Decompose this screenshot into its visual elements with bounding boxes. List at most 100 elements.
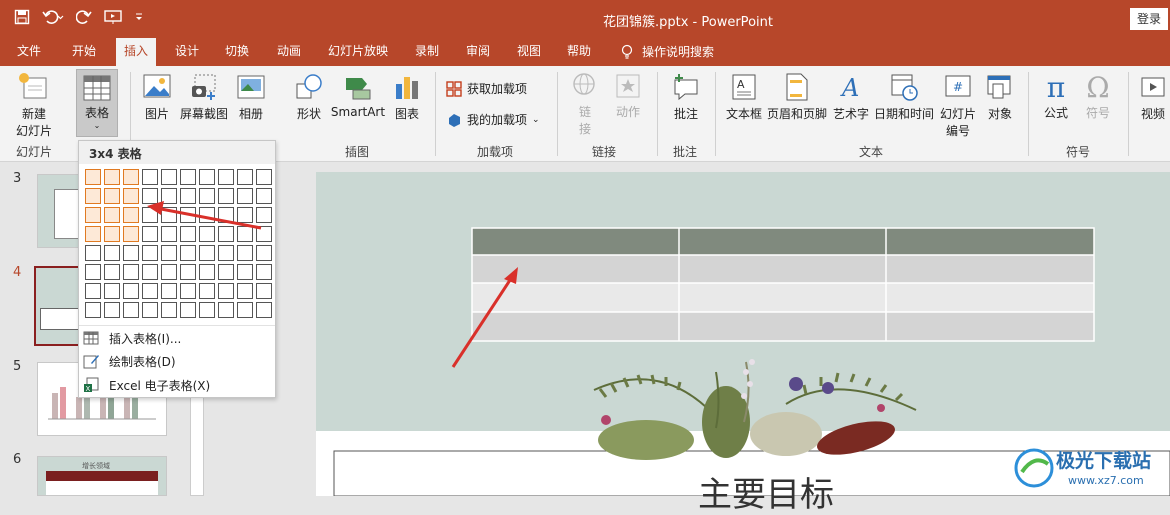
save-icon[interactable] bbox=[14, 9, 30, 29]
table-grid-cell[interactable] bbox=[142, 207, 158, 223]
table-grid-cell[interactable] bbox=[104, 302, 120, 318]
smartart-button[interactable]: SmartArt bbox=[330, 72, 386, 119]
table-grid-cell[interactable] bbox=[237, 302, 253, 318]
table-grid-cell[interactable] bbox=[218, 169, 234, 185]
table-grid-cell[interactable] bbox=[237, 169, 253, 185]
table-grid-cell[interactable] bbox=[123, 302, 139, 318]
datetime-button[interactable]: 日期和时间 bbox=[873, 72, 935, 122]
symbol-button[interactable]: Ω 符号 bbox=[1080, 72, 1116, 121]
table-grid-cell[interactable] bbox=[104, 264, 120, 280]
table-grid-cell[interactable] bbox=[85, 169, 101, 185]
table-grid-cell[interactable] bbox=[123, 207, 139, 223]
undo-icon[interactable] bbox=[42, 9, 64, 29]
table-grid-cell[interactable] bbox=[180, 188, 196, 204]
table-grid-cell[interactable] bbox=[237, 188, 253, 204]
table-grid-cell[interactable] bbox=[237, 207, 253, 223]
table-grid-cell[interactable] bbox=[161, 188, 177, 204]
table-grid-cell[interactable] bbox=[199, 302, 215, 318]
table-grid-cell[interactable] bbox=[142, 169, 158, 185]
table-grid-cell[interactable] bbox=[85, 207, 101, 223]
comment-button[interactable]: 批注 bbox=[668, 72, 704, 122]
excel-spreadsheet-item[interactable]: X Excel 电子表格(X) bbox=[83, 374, 210, 396]
textbox-button[interactable]: A 文本框 bbox=[724, 72, 764, 122]
table-grid-cell[interactable] bbox=[142, 245, 158, 261]
table-grid-cell[interactable] bbox=[142, 226, 158, 242]
table-grid-cell[interactable] bbox=[218, 207, 234, 223]
table-grid-cell[interactable] bbox=[218, 283, 234, 299]
link-button[interactable]: 链 接 bbox=[568, 72, 602, 137]
table-grid-cell[interactable] bbox=[199, 207, 215, 223]
table-grid-cell[interactable] bbox=[123, 188, 139, 204]
table-grid[interactable] bbox=[82, 167, 274, 321]
table-grid-cell[interactable] bbox=[180, 169, 196, 185]
video-button[interactable]: 视频 bbox=[1138, 72, 1168, 122]
table-grid-cell[interactable] bbox=[237, 226, 253, 242]
table-grid-cell[interactable] bbox=[161, 302, 177, 318]
my-addins-button[interactable]: 我的加载项 ⌄ bbox=[446, 111, 540, 128]
tab-design[interactable]: 设计 bbox=[175, 38, 199, 66]
tab-slideshow[interactable]: 幻灯片放映 bbox=[328, 38, 388, 66]
table-grid-cell[interactable] bbox=[218, 226, 234, 242]
table-grid-cell[interactable] bbox=[199, 264, 215, 280]
new-slide-button[interactable]: 新建 幻灯片 bbox=[8, 72, 60, 139]
equation-button[interactable]: π 公式 bbox=[1038, 72, 1074, 121]
wordart-button[interactable]: A 艺术字 bbox=[832, 72, 870, 122]
table-button[interactable]: 表格 ⌄ bbox=[76, 69, 118, 137]
table-grid-cell[interactable] bbox=[256, 245, 272, 261]
table-grid-cell[interactable] bbox=[180, 264, 196, 280]
table-grid-cell[interactable] bbox=[85, 226, 101, 242]
table-grid-cell[interactable] bbox=[85, 245, 101, 261]
table-grid-cell[interactable] bbox=[256, 264, 272, 280]
table-grid-cell[interactable] bbox=[237, 264, 253, 280]
table-grid-cell[interactable] bbox=[85, 302, 101, 318]
slide-table[interactable] bbox=[471, 227, 1095, 342]
table-grid-cell[interactable] bbox=[142, 283, 158, 299]
tab-file[interactable]: 文件 bbox=[17, 38, 41, 66]
table-grid-cell[interactable] bbox=[104, 283, 120, 299]
table-grid-cell[interactable] bbox=[161, 207, 177, 223]
tab-animations[interactable]: 动画 bbox=[277, 38, 301, 66]
table-grid-cell[interactable] bbox=[104, 188, 120, 204]
table-grid-cell[interactable] bbox=[180, 283, 196, 299]
table-grid-cell[interactable] bbox=[123, 283, 139, 299]
action-button[interactable]: 动作 bbox=[610, 72, 646, 120]
table-grid-cell[interactable] bbox=[123, 226, 139, 242]
table-grid-cell[interactable] bbox=[161, 264, 177, 280]
tab-record[interactable]: 录制 bbox=[415, 38, 439, 66]
table-grid-cell[interactable] bbox=[256, 188, 272, 204]
table-grid-cell[interactable] bbox=[237, 245, 253, 261]
customize-qat-icon[interactable] bbox=[134, 9, 144, 29]
draw-table-item[interactable]: 绘制表格(D) bbox=[83, 350, 176, 372]
table-grid-cell[interactable] bbox=[123, 264, 139, 280]
table-grid-cell[interactable] bbox=[123, 245, 139, 261]
tell-me-search[interactable]: 操作说明搜索 bbox=[621, 38, 714, 66]
table-grid-cell[interactable] bbox=[199, 283, 215, 299]
table-grid-cell[interactable] bbox=[256, 302, 272, 318]
table-grid-cell[interactable] bbox=[85, 264, 101, 280]
tab-home[interactable]: 开始 bbox=[72, 38, 96, 66]
picture-button[interactable]: 图片 bbox=[138, 72, 176, 122]
redo-icon[interactable] bbox=[75, 9, 92, 29]
table-grid-cell[interactable] bbox=[142, 264, 158, 280]
table-grid-cell[interactable] bbox=[180, 245, 196, 261]
table-grid-cell[interactable] bbox=[218, 188, 234, 204]
tab-insert[interactable]: 插入 bbox=[116, 38, 157, 66]
table-grid-cell[interactable] bbox=[123, 169, 139, 185]
table-grid-cell[interactable] bbox=[85, 283, 101, 299]
table-grid-cell[interactable] bbox=[104, 207, 120, 223]
table-grid-cell[interactable] bbox=[218, 264, 234, 280]
header-footer-button[interactable]: 页眉和页脚 bbox=[766, 72, 828, 122]
screenshot-button[interactable]: 屏幕截图 bbox=[180, 72, 228, 122]
present-icon[interactable] bbox=[104, 9, 122, 29]
tab-transitions[interactable]: 切换 bbox=[225, 38, 249, 66]
table-grid-cell[interactable] bbox=[180, 207, 196, 223]
table-grid-cell[interactable] bbox=[104, 226, 120, 242]
tab-view[interactable]: 视图 bbox=[517, 38, 541, 66]
table-grid-cell[interactable] bbox=[85, 188, 101, 204]
table-grid-cell[interactable] bbox=[218, 302, 234, 318]
table-grid-cell[interactable] bbox=[142, 302, 158, 318]
table-grid-cell[interactable] bbox=[256, 283, 272, 299]
table-grid-cell[interactable] bbox=[161, 245, 177, 261]
table-grid-cell[interactable] bbox=[218, 245, 234, 261]
table-grid-cell[interactable] bbox=[199, 188, 215, 204]
